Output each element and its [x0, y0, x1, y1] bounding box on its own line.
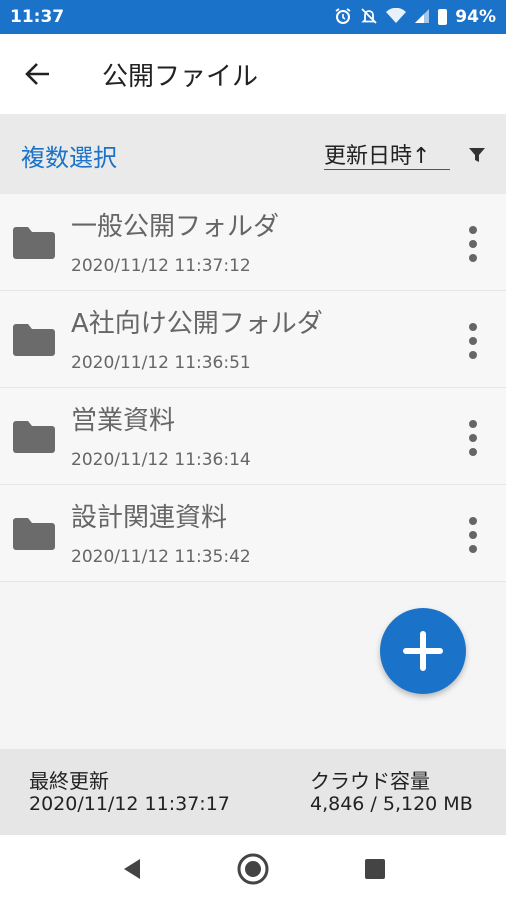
last-updated-label: 最終更新 [29, 769, 109, 793]
folder-icon [13, 324, 55, 356]
folder-date: 2020/11/12 11:35:42 [71, 547, 251, 567]
multi-select-button[interactable]: 複数選択 [21, 138, 117, 173]
status-bar: 11:37 94% [0, 0, 506, 34]
last-updated-value: 2020/11/12 11:37:17 [29, 793, 230, 815]
triangle-back-icon [124, 859, 140, 879]
folder-date: 2020/11/12 11:37:12 [71, 256, 251, 276]
more-options-icon[interactable] [460, 515, 486, 555]
folder-list: 一般公開フォルダ 2020/11/12 11:37:12 A社向け公開フォルダ 202… [0, 194, 506, 582]
signal-icon [414, 8, 430, 27]
storage-footer: 最終更新 2020/11/12 11:37:17 クラウド容量 4,846 / … [0, 749, 506, 835]
home-circle-icon [237, 853, 269, 885]
folder-name: 営業資料 [71, 406, 176, 436]
nav-back-button[interactable] [112, 849, 152, 889]
sort-dropdown[interactable]: 更新日時↑ [324, 138, 450, 170]
folder-date: 2020/11/12 11:36:14 [71, 450, 251, 470]
app-bar: 公開ファイル [0, 34, 506, 114]
nav-home-button[interactable] [233, 849, 273, 889]
battery-icon [438, 9, 448, 25]
mute-icon [360, 7, 378, 28]
more-options-icon[interactable] [460, 418, 486, 458]
square-recents-icon [365, 859, 385, 879]
folder-row[interactable]: A社向け公開フォルダ 2020/11/12 11:36:51 [0, 291, 506, 388]
folder-name: 一般公開フォルダ [71, 212, 280, 242]
back-arrow-icon [25, 63, 49, 85]
back-button[interactable] [0, 34, 76, 114]
add-icon [403, 631, 443, 671]
filter-icon[interactable] [466, 144, 488, 166]
battery-level: 94% [455, 7, 496, 27]
cloud-capacity-value: 4,846 / 5,120 MB [310, 793, 473, 815]
folder-name: 設計関連資料 [71, 503, 228, 533]
folder-icon [13, 518, 55, 550]
folder-icon [13, 421, 55, 453]
folder-row[interactable]: 一般公開フォルダ 2020/11/12 11:37:12 [0, 194, 506, 291]
list-toolbar: 複数選択 更新日時↑ [0, 114, 506, 194]
folder-date: 2020/11/12 11:36:51 [71, 353, 251, 373]
more-options-icon[interactable] [460, 224, 486, 264]
folder-name: A社向け公開フォルダ [71, 309, 323, 339]
system-nav-bar [0, 835, 506, 900]
status-icons: 94% [334, 7, 496, 28]
nav-recents-button[interactable] [355, 849, 395, 889]
wifi-icon [386, 7, 407, 27]
alarm-icon [334, 7, 352, 28]
folder-row[interactable]: 営業資料 2020/11/12 11:36:14 [0, 388, 506, 485]
page-title: 公開ファイル [102, 61, 259, 92]
cloud-capacity-label: クラウド容量 [310, 769, 430, 793]
add-button[interactable] [380, 608, 466, 694]
folder-icon [13, 227, 55, 259]
more-options-icon[interactable] [460, 321, 486, 361]
status-time: 11:37 [10, 7, 65, 27]
folder-row[interactable]: 設計関連資料 2020/11/12 11:35:42 [0, 485, 506, 582]
